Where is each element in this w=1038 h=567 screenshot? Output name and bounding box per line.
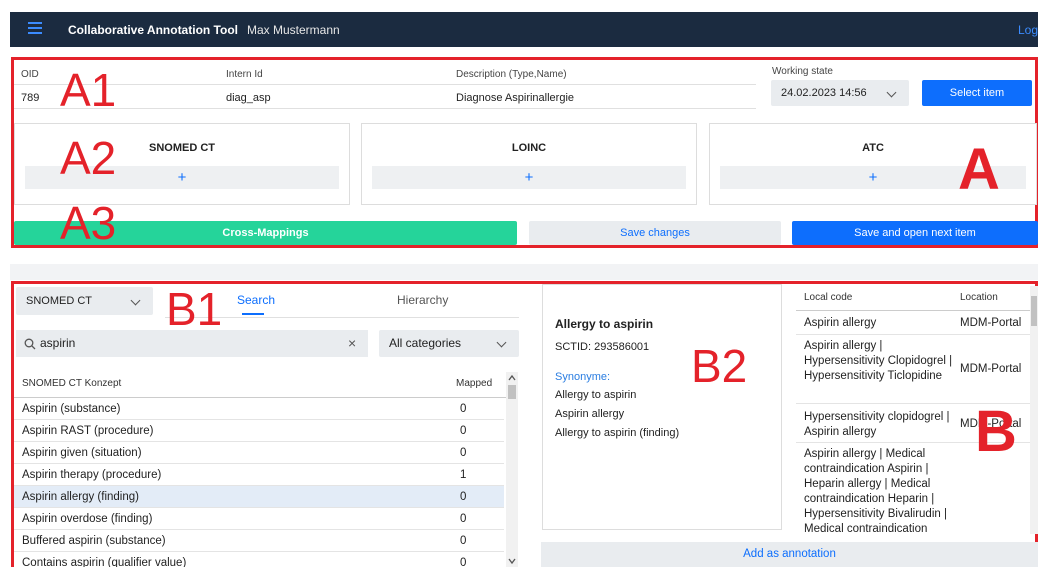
local-code: Aspirin allergy	[804, 317, 877, 329]
clear-search-icon[interactable]: ×	[348, 335, 356, 351]
region-label-b2: B2	[691, 340, 748, 392]
concept-name: Aspirin therapy (procedure)	[22, 469, 162, 481]
hamburger-menu-icon[interactable]	[28, 22, 42, 36]
oid-value: 789	[21, 92, 40, 104]
local-code-row[interactable]: Aspirin allergy | Hypersensitivity Clopi…	[796, 336, 1032, 404]
region-label-a1: A1	[60, 64, 117, 116]
concept-name: Aspirin (substance)	[22, 403, 121, 415]
table-row[interactable]: Aspirin therapy (procedure) 1	[14, 464, 504, 486]
save-changes-button[interactable]: Save changes	[529, 221, 781, 245]
working-state-label: Working state	[772, 66, 833, 77]
table-row[interactable]: Aspirin overdose (finding) 0	[14, 508, 504, 530]
mapped-count: 0	[460, 513, 467, 525]
tab-search[interactable]: Search	[237, 293, 275, 307]
local-code: Hypersensitivity clopidogrel | Aspirin a…	[804, 411, 950, 438]
column-header-mapped: Mapped	[456, 378, 493, 389]
local-code-row[interactable]: Aspirin allergy MDM-Portal	[796, 311, 1032, 335]
search-input[interactable]: aspirin ×	[16, 330, 368, 357]
chevron-down-icon	[496, 337, 507, 348]
column-header-local-code: Local code	[804, 292, 853, 303]
save-open-next-button[interactable]: Save and open next item	[792, 221, 1038, 245]
mapped-count: 0	[460, 557, 467, 567]
concept-detail-title: Allergy to aspirin	[555, 317, 654, 331]
synonym-item: Aspirin allergy	[555, 408, 625, 420]
terminology-select[interactable]: SNOMED CT	[16, 287, 153, 315]
chevron-down-icon	[130, 295, 141, 306]
column-header-concept: SNOMED CT Konzept	[22, 378, 122, 389]
table-row[interactable]: Aspirin given (situation) 0	[14, 442, 504, 464]
working-state-select[interactable]: 24.02.2023 14:56	[771, 80, 909, 106]
app-title: Collaborative Annotation Tool	[68, 23, 238, 37]
oid-label: OID	[21, 69, 39, 80]
tab-hierarchy[interactable]: Hierarchy	[397, 293, 448, 307]
region-label-b1: B1	[166, 283, 223, 335]
select-item-button[interactable]: Select item	[922, 80, 1032, 106]
category-select[interactable]: All categories	[379, 330, 519, 357]
description-label: Description (Type,Name)	[456, 69, 567, 80]
loinc-card: LOINC +	[361, 123, 697, 205]
table-row[interactable]: Buffered aspirin (substance) 0	[14, 530, 504, 552]
concept-list-scrollbar[interactable]	[506, 372, 518, 567]
description-value: Diagnose Aspirinallergie	[456, 92, 575, 104]
concept-name: Aspirin RAST (procedure)	[22, 425, 154, 437]
region-label-a3: A3	[60, 197, 117, 249]
top-navbar: Collaborative Annotation Tool Max Muster…	[10, 12, 1038, 47]
loinc-add-button[interactable]: +	[372, 166, 686, 189]
mapped-count: 0	[460, 535, 467, 547]
concept-name: Aspirin allergy (finding)	[22, 491, 139, 503]
intern-id-value: diag_asp	[226, 92, 271, 104]
mapped-count: 0	[460, 403, 467, 415]
concept-name: Aspirin overdose (finding)	[22, 513, 153, 525]
category-select-value: All categories	[389, 336, 462, 350]
local-code-location: MDM-Portal	[960, 317, 1022, 329]
chevron-down-icon	[886, 87, 897, 98]
concept-name: Buffered aspirin (substance)	[22, 535, 166, 547]
table-row-selected[interactable]: Aspirin allergy (finding) 0	[14, 486, 504, 508]
table-row[interactable]: Aspirin RAST (procedure) 0	[14, 420, 504, 442]
mapped-count: 1	[460, 469, 467, 481]
region-label-b: B	[975, 399, 1017, 464]
search-icon	[24, 338, 36, 350]
add-annotation-button[interactable]: Add as annotation	[541, 542, 1038, 567]
region-label-a: A	[958, 137, 1000, 202]
section-gap	[10, 264, 1038, 280]
search-query: aspirin	[40, 336, 76, 350]
header-divider-bottom	[14, 108, 756, 109]
concept-name: Contains aspirin (qualifier value)	[22, 557, 187, 567]
region-label-a2: A2	[60, 132, 117, 184]
concept-detail-panel: Allergy to aspirin SCTID: 293586001 Syno…	[542, 284, 782, 530]
synonym-item: Allergy to aspirin	[555, 389, 637, 401]
column-header-location: Location	[960, 292, 998, 303]
terminology-select-value: SNOMED CT	[26, 295, 92, 307]
scroll-down-icon[interactable]	[507, 557, 517, 565]
logout-link[interactable]: Logout	[1018, 23, 1038, 37]
local-code: Aspirin allergy | Medical contraindicati…	[804, 448, 947, 535]
user-name: Max Mustermann	[247, 23, 340, 37]
concept-name: Aspirin given (situation)	[22, 447, 142, 459]
synonyms-label: Synonyme:	[555, 371, 611, 383]
header-divider	[14, 84, 756, 85]
table-row[interactable]: Aspirin (substance) 0	[14, 398, 504, 420]
mapped-count: 0	[460, 491, 467, 503]
intern-id-label: Intern Id	[226, 69, 263, 80]
concept-list-scroll-thumb[interactable]	[508, 385, 516, 399]
tab-search-underline	[242, 313, 264, 315]
local-code-location: MDM-Portal	[960, 363, 1022, 375]
local-codes-scroll-thumb[interactable]	[1031, 296, 1037, 326]
mapped-count: 0	[460, 447, 467, 459]
concept-sctid: SCTID: 293586001	[555, 341, 650, 353]
scroll-up-icon[interactable]	[507, 374, 517, 382]
synonym-item: Allergy to aspirin (finding)	[555, 427, 680, 439]
working-state-value: 24.02.2023 14:56	[781, 87, 867, 99]
local-code: Aspirin allergy | Hypersensitivity Clopi…	[804, 340, 953, 382]
table-row[interactable]: Contains aspirin (qualifier value) 0	[14, 552, 504, 567]
mapped-count: 0	[460, 425, 467, 437]
loinc-card-title: LOINC	[511, 142, 547, 154]
